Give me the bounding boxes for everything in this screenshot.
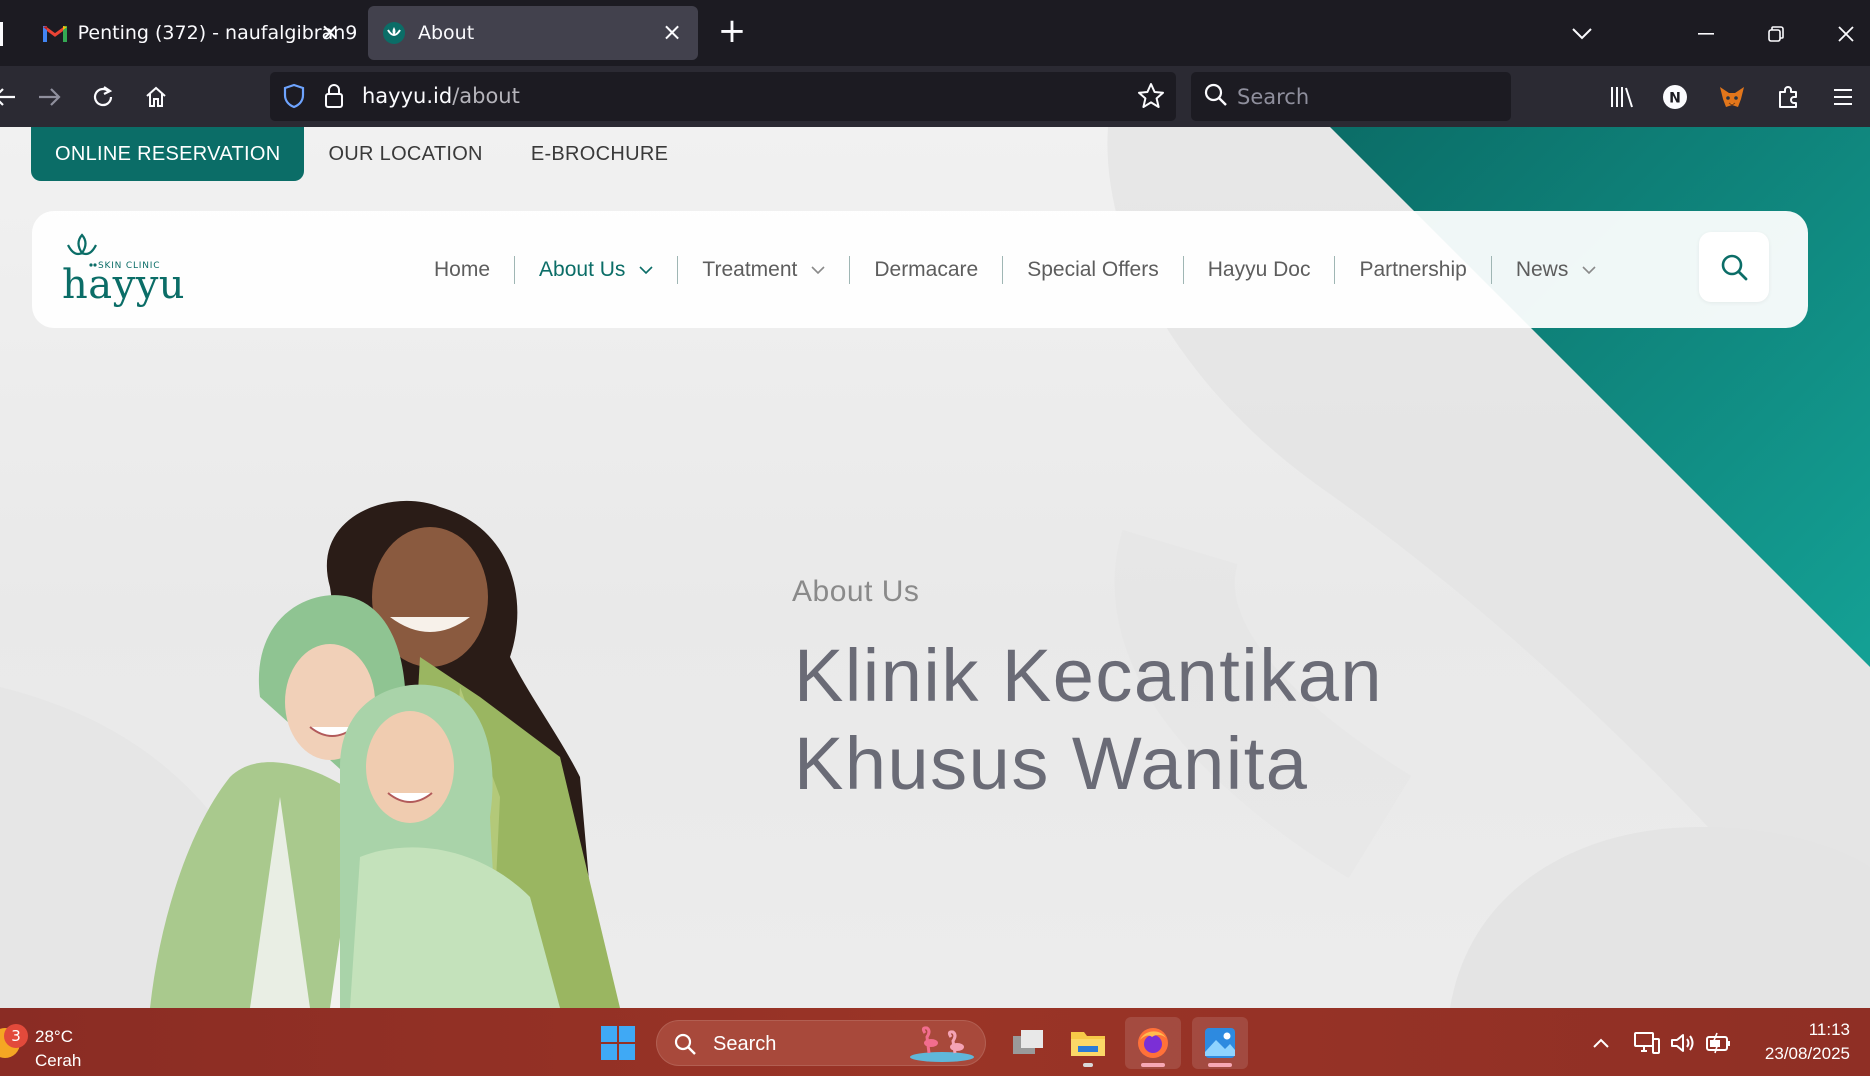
nav-about-us[interactable]: About Us <box>514 255 677 284</box>
nav-label: Dermacare <box>874 257 979 281</box>
profile-avatar[interactable]: N <box>1656 78 1694 116</box>
task-view-icon[interactable] <box>1000 1017 1056 1069</box>
new-tab-plus-icon[interactable]: + <box>716 14 748 48</box>
lock-icon[interactable] <box>320 82 348 110</box>
tab-title: Penting (372) - naufalgibran961 <box>77 22 356 44</box>
tab-close-icon[interactable]: × <box>660 20 684 45</box>
flamingo-search-highlight-icon <box>907 1025 977 1063</box>
browser-toolbar: hayyu.id/about Search N <box>0 66 1870 127</box>
tab-edge-indicator <box>0 22 3 46</box>
main-navigation: SKIN CLINIC hayyu Home About Us Treatmen… <box>32 211 1808 328</box>
chevron-down-icon <box>1582 265 1596 274</box>
tab-close-icon[interactable]: × <box>318 20 342 45</box>
notification-badge: 3 <box>4 1024 28 1048</box>
forward-arrow-icon[interactable] <box>30 78 68 116</box>
tab-about[interactable]: About × <box>368 6 698 60</box>
reload-icon[interactable] <box>84 78 122 116</box>
list-all-tabs-chevron-icon[interactable] <box>1562 14 1602 54</box>
our-location-link[interactable]: OUR LOCATION <box>304 127 506 181</box>
search-icon <box>673 1032 697 1056</box>
gmail-icon <box>42 19 68 47</box>
active-indicator <box>1141 1063 1165 1067</box>
windows-start-icon[interactable] <box>600 1025 636 1061</box>
fox-extension-icon[interactable] <box>1713 78 1751 116</box>
nav-news[interactable]: News <box>1490 255 1621 284</box>
browser-search-bar[interactable]: Search <box>1191 72 1511 121</box>
hayyu-logo[interactable]: SKIN CLINIC hayyu <box>62 231 192 311</box>
running-indicator <box>1083 1063 1093 1067</box>
nav-label: Treatment <box>702 257 798 281</box>
taskbar-search-label: Search <box>713 1033 777 1055</box>
url-host: hayyu.id <box>362 84 453 108</box>
hayyu-favicon <box>380 19 408 47</box>
nav-label: Partnership <box>1359 257 1467 281</box>
windows-taskbar: 3 28°C Cerah Search 11:13 23/08/2025 <box>0 1008 1870 1076</box>
nav-menu: Home About Us Treatment Dermacare Specia… <box>410 211 1620 328</box>
minimize-icon[interactable] <box>1686 14 1726 54</box>
weather-condition: Cerah <box>35 1051 82 1070</box>
e-brochure-link[interactable]: E-BROCHURE <box>507 127 692 181</box>
nav-hayyu-doc[interactable]: Hayyu Doc <box>1182 255 1335 284</box>
nav-label: Home <box>434 257 491 281</box>
nav-dermacare[interactable]: Dermacare <box>849 255 1002 284</box>
hero-title-line-2: Khusus Wanita <box>794 722 1309 805</box>
file-explorer-icon[interactable] <box>1060 1017 1116 1069</box>
chevron-down-icon <box>811 265 825 274</box>
photos-taskbar-icon[interactable] <box>1192 1017 1248 1069</box>
hero-women-photo <box>150 500 620 1008</box>
search-icon <box>1203 82 1231 110</box>
chevron-down-icon <box>639 265 653 274</box>
show-hidden-icons-chevron-up-icon[interactable] <box>1586 1028 1616 1058</box>
hero-title: Klinik Kecantikan Khusus Wanita <box>794 632 1383 808</box>
bookmark-star-icon[interactable] <box>1136 81 1166 111</box>
nav-home[interactable]: Home <box>410 256 514 284</box>
url-path: /about <box>452 84 520 108</box>
nav-treatment[interactable]: Treatment <box>677 255 849 284</box>
active-indicator <box>1208 1063 1232 1067</box>
firefox-taskbar-icon[interactable] <box>1125 1017 1181 1069</box>
online-reservation-button[interactable]: ONLINE RESERVATION <box>31 127 305 181</box>
hero-eyebrow: About Us <box>792 575 920 608</box>
system-clock[interactable]: 11:13 23/08/2025 <box>1765 1018 1850 1066</box>
tab-gmail[interactable]: Penting (372) - naufalgibran961 × <box>30 6 356 60</box>
library-icon[interactable] <box>1603 78 1641 116</box>
extensions-puzzle-icon[interactable] <box>1770 78 1808 116</box>
close-window-icon[interactable] <box>1826 14 1866 54</box>
search-placeholder: Search <box>1237 85 1310 109</box>
restore-icon[interactable] <box>1756 14 1796 54</box>
weather-widget[interactable]: 3 28°C Cerah <box>0 1016 120 1070</box>
network-icon[interactable] <box>1632 1028 1662 1058</box>
search-icon <box>1721 254 1748 281</box>
battery-charging-icon[interactable] <box>1704 1028 1734 1058</box>
browser-tab-strip: Penting (372) - naufalgibran961 × About … <box>0 0 1870 66</box>
taskbar-search[interactable]: Search <box>656 1020 986 1066</box>
nav-label: Special Offers <box>1027 257 1159 281</box>
site-search-button[interactable] <box>1699 232 1769 302</box>
logo-wordmark: hayyu <box>62 262 185 308</box>
url-bar[interactable]: hayyu.id/about <box>270 72 1176 121</box>
nav-label: About Us <box>539 257 626 281</box>
svg-text:N: N <box>1669 91 1681 107</box>
home-icon[interactable] <box>137 78 175 116</box>
web-page: ONLINE RESERVATION OUR LOCATION E-BROCHU… <box>0 127 1870 1008</box>
tab-title: About <box>418 22 475 44</box>
nav-label: Hayyu Doc <box>1207 257 1311 281</box>
top-utility-bar: ONLINE RESERVATION OUR LOCATION E-BROCHU… <box>31 127 692 181</box>
volume-icon[interactable] <box>1668 1028 1698 1058</box>
nav-label: News <box>1515 257 1569 281</box>
nav-special-offers[interactable]: Special Offers <box>1002 255 1183 284</box>
tracking-protection-shield-icon[interactable] <box>280 82 308 110</box>
url-text[interactable]: hayyu.id/about <box>362 84 520 108</box>
nav-partnership[interactable]: Partnership <box>1334 255 1490 284</box>
hamburger-menu-icon[interactable] <box>1824 78 1862 116</box>
back-arrow-icon[interactable] <box>0 78 24 116</box>
hero-title-line-1: Klinik Kecantikan <box>794 634 1384 717</box>
clock-time: 11:13 <box>1808 1020 1850 1039</box>
clock-date: 23/08/2025 <box>1764 1044 1850 1063</box>
weather-temp: 28°C <box>35 1027 73 1046</box>
